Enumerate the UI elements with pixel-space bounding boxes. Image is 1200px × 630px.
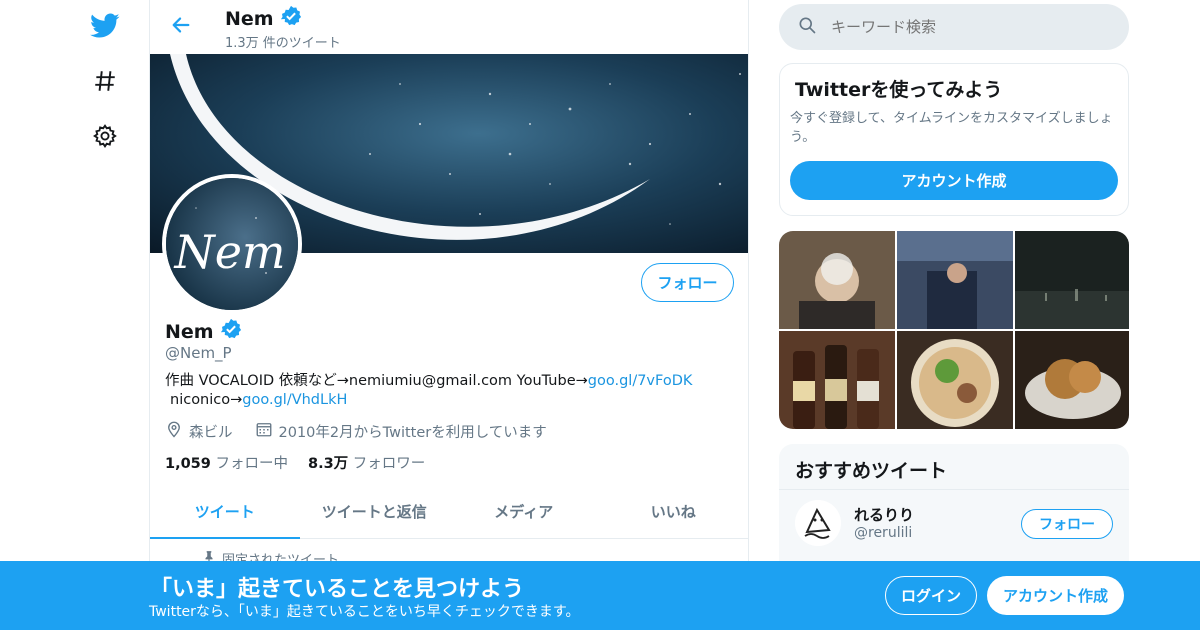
tab-media[interactable]: メディア [449,485,599,538]
profile-joined-date: 2010年2月からTwitterを利用しています [278,424,547,441]
tweet-count: 1.3万 件のツイート [225,36,341,51]
followers-stat[interactable]: 8.3万 フォロワー [308,452,425,473]
media-thumbnail[interactable] [1015,231,1129,329]
header-title: Nem [225,5,302,32]
media-thumbnail[interactable] [779,231,895,329]
gear-icon[interactable] [88,119,122,153]
following-count: 1,059 [165,456,211,472]
profile-stats: 1,059 フォロー中 8.3万 フォロワー [165,452,425,473]
tab-tweets[interactable]: ツイート [150,485,300,539]
header-name: Nem [225,7,274,30]
divider [779,489,1129,490]
signup-banner: 「いま」起きていることを見つけよう Twitterなら、「いま」起きていることを… [0,561,1200,630]
profile-name-row: Nem [165,318,242,345]
bio-link-niconico[interactable]: goo.gl/VhdLkH [242,392,347,408]
following-stat[interactable]: 1,059 フォロー中 [165,452,288,473]
verified-badge-icon [220,318,242,345]
profile-column: Nem 1.3万 件のツイート Nem フォロー Nem @Nem_P 作曲 V… [149,0,749,630]
signup-card-title: Twitterを使ってみよう [795,79,1003,101]
search-icon [797,15,817,39]
follow-button[interactable]: フォロー [641,263,734,302]
profile-handle: @Nem_P [165,344,232,362]
search-input[interactable] [831,18,1091,36]
banner-subtitle: Twitterなら、「いま」起きていることをいち早くチェックできます。 [149,604,580,620]
media-thumbnail[interactable] [897,231,1013,329]
avatar[interactable] [795,500,841,546]
signup-card-description: 今すぐ登録して、タイムラインをカスタマイズしましょう。 [790,111,1113,145]
recommended-title: おすすめツイート [795,460,948,482]
tab-likes[interactable]: いいね [599,485,749,538]
profile-meta: 森ビル 2010年2月からTwitterを利用しています [165,420,547,442]
media-thumbnail[interactable] [897,331,1013,429]
media-thumbnail[interactable] [779,331,895,429]
followers-count: 8.3万 [307,456,349,472]
bio-text: 作曲 VOCALOID 依頼など→nemiumiu@gmail.com YouT… [165,373,588,389]
login-button[interactable]: ログイン [885,576,977,615]
bio-link-youtube[interactable]: goo.gl/7vFoDK [588,373,693,389]
media-grid [779,231,1129,429]
banner-title: 「いま」起きていることを見つけよう [150,577,525,602]
recommended-user-handle: @rerulili [854,525,913,541]
create-account-button[interactable]: アカウント作成 [790,161,1118,200]
signup-card: Twitterを使ってみよう 今すぐ登録して、タイムラインをカスタマイズしましょ… [779,63,1129,216]
recommended-user-name[interactable]: れるりり [854,504,914,525]
profile-bio: 作曲 VOCALOID 依頼など→nemiumiu@gmail.com YouT… [165,372,725,410]
location-icon [165,420,183,442]
profile-location: 森ビル [189,424,233,441]
profile-name: Nem [165,320,214,343]
bio-text-niconico: niconico→ [170,392,243,408]
back-arrow-icon[interactable] [168,12,194,38]
following-label: フォロー中 [215,456,288,472]
hashtag-icon[interactable] [88,64,122,98]
media-thumbnail[interactable] [1015,331,1129,429]
follow-button[interactable]: フォロー [1021,509,1113,539]
followers-label: フォロワー [352,456,426,472]
avatar-logo-text: Nem [173,225,285,279]
calendar-icon [255,420,273,442]
tab-tweets-and-replies[interactable]: ツイートと返信 [300,485,450,538]
left-nav [0,0,150,630]
signup-button[interactable]: アカウント作成 [987,576,1124,615]
verified-badge-icon [280,5,302,32]
twitter-bird-icon[interactable] [88,9,122,43]
profile-tabs: ツイート ツイートと返信 メディア いいね [150,485,748,539]
search-box[interactable] [779,4,1129,50]
avatar[interactable]: Nem [162,174,302,314]
